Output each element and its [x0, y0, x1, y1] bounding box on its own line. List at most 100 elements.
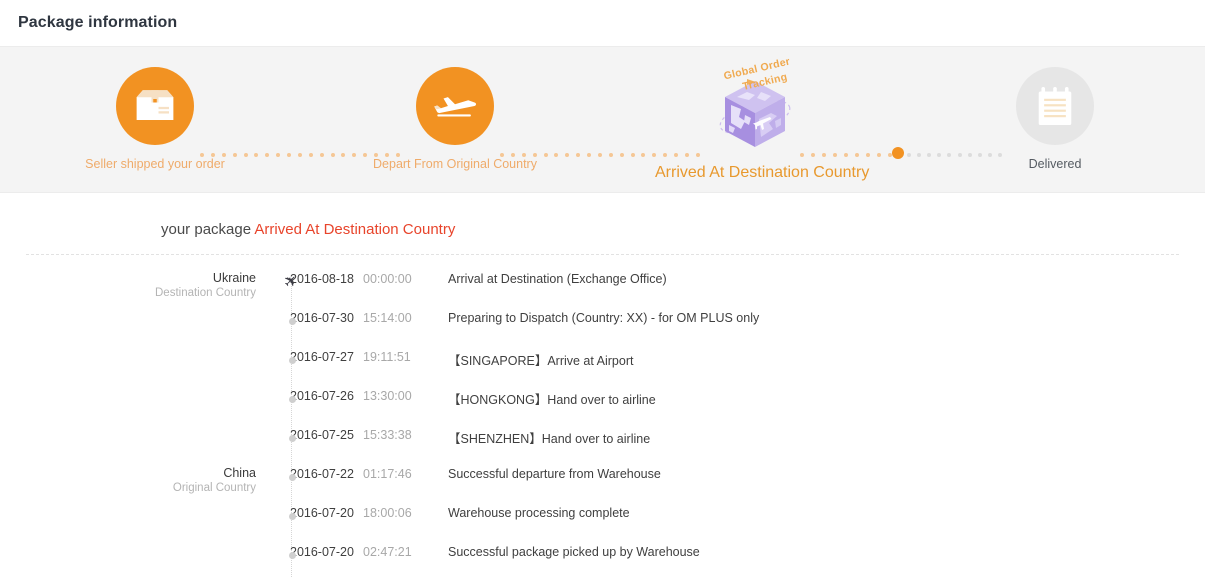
timeline-country-name: Ukraine — [212, 271, 256, 285]
timeline-country-cell — [0, 306, 272, 313]
tracking-timeline: Ukraine Destination Country ✈ 2016-08-18 00:… — [0, 255, 1205, 577]
timeline-time: 13:30:00 — [363, 389, 412, 403]
current-status-line: your package Arrived At Destination Coun… — [0, 221, 1205, 238]
step-4-circle — [1016, 67, 1094, 145]
status-prefix: your package — [161, 221, 252, 238]
timeline-dot-icon — [288, 552, 296, 559]
connector-dot — [565, 152, 570, 157]
step-1-circle — [116, 67, 194, 145]
progress-step-seller-shipped[interactable]: Seller shipped your order — [55, 47, 255, 171]
page-header: Package information — [0, 0, 1205, 46]
timeline-description: Successful package picked up by Warehous… — [448, 545, 700, 559]
connector-dot — [907, 152, 911, 157]
timeline-country-cell — [0, 345, 272, 352]
connector-dot — [276, 152, 281, 157]
timeline-country-role: Original Country — [172, 482, 256, 495]
package-box-icon — [136, 90, 174, 120]
connector-dot — [927, 152, 932, 157]
timeline-country-cell — [0, 501, 272, 508]
timeline-time: 19:11:51 — [363, 350, 411, 364]
connector-dot — [587, 152, 591, 157]
timeline-dot-marker — [284, 468, 300, 486]
connector-dot — [917, 152, 922, 157]
timeline-time: 01:17:46 — [363, 467, 412, 481]
timeline-dot-marker — [284, 312, 300, 330]
connector-dot — [641, 152, 646, 157]
timeline-dot-icon — [288, 357, 296, 364]
airplane-marker-icon: ✈ — [280, 270, 303, 293]
timeline-country-role: Destination Country — [155, 287, 256, 300]
timeline-row: Ukraine Destination Country ✈ 2016-08-18 00:… — [0, 267, 1205, 306]
global-order-tracking-logo: Global Order Tracking — [707, 56, 803, 155]
progress-step-arrived-destination[interactable]: Global Order Tracking Arrived At Destina… — [655, 47, 870, 182]
progress-step-depart-origin[interactable]: Depart From Original Country — [355, 47, 555, 171]
timeline-time: 15:14:00 — [363, 311, 412, 325]
connector-dot — [265, 152, 270, 157]
timeline-dot-marker — [284, 429, 300, 447]
timeline-dot-icon — [288, 318, 296, 325]
timeline-row: 2016-07-25 15:33:38 【SHENZHEN】Hand over to… — [0, 423, 1205, 462]
timeline-description: 【HONGKONG】Hand over to airline — [448, 393, 656, 407]
connector-dot — [937, 152, 942, 157]
timeline-plane-marker-icon: ✈ — [280, 270, 303, 293]
timeline-country-cell — [0, 540, 272, 547]
timeline-description: Arrival at Destination (Exchange Office) — [448, 272, 667, 286]
timeline-dot-marker — [284, 507, 300, 525]
timeline-dot-icon — [288, 513, 296, 520]
timeline-country-cell: China Original Country — [0, 462, 272, 494]
step-3-logo-wrap: Global Order Tracking — [707, 56, 803, 155]
status-current-value: Arrived At Destination Country — [254, 221, 456, 238]
step-1-label: Seller shipped your order — [85, 157, 225, 171]
timeline-dot-marker — [284, 390, 300, 408]
step-3-label: Arrived At Destination Country — [655, 164, 870, 181]
timeline-row: 2016-07-20 18:00:06 Warehouse processing c… — [0, 501, 1205, 540]
timeline-country-cell — [0, 384, 272, 391]
connector-dot — [341, 152, 346, 157]
timeline-dot-icon — [288, 435, 296, 442]
timeline-dot-marker — [284, 546, 300, 564]
connector-dot — [630, 152, 635, 157]
shipment-progress-banner: Seller shipped your order Depart From Or… — [0, 46, 1205, 193]
timeline-description: Successful departure from Warehouse — [448, 467, 661, 481]
timeline-row: 2016-07-30 15:14:00 Preparing to Dispatch … — [0, 306, 1205, 345]
connector-dot — [308, 152, 313, 157]
timeline-dot-icon — [288, 474, 296, 481]
connector-dot — [619, 152, 624, 157]
connector-dot — [297, 152, 302, 157]
timeline-dot-marker — [284, 351, 300, 369]
timeline-row: 2016-07-20 02:47:21 Successful package pic… — [0, 540, 1205, 577]
step-2-label: Depart From Original Country — [373, 157, 537, 171]
timeline-row: 2016-07-26 13:30:00 【HONGKONG】Hand over to… — [0, 384, 1205, 423]
timeline-country-cell: Ukraine Destination Country — [0, 267, 272, 299]
connector-dot — [947, 152, 952, 157]
timeline-description: Preparing to Dispatch (Country: XX) - fo… — [448, 311, 760, 325]
airplane-icon — [434, 97, 477, 117]
connector-dot — [319, 152, 324, 157]
timeline-time: 00:00:00 — [363, 272, 412, 286]
step-2-circle — [416, 67, 494, 145]
timeline-country-name: China — [223, 466, 256, 480]
connector-dot — [855, 152, 859, 157]
connector-dot — [597, 152, 602, 157]
globe-cube-icon — [719, 79, 791, 147]
timeline-country-cell — [0, 423, 272, 430]
progress-position-marker — [892, 147, 904, 159]
timeline-description: 【SHENZHEN】Hand over to airline — [448, 432, 651, 446]
connector-dot — [608, 152, 613, 157]
timeline-time: 18:00:06 — [363, 506, 412, 520]
timeline-time: 15:33:38 — [363, 428, 412, 442]
progress-step-delivered[interactable]: Delivered — [955, 47, 1155, 171]
page-title: Package information — [18, 14, 178, 31]
receipt-notepad-icon — [1038, 87, 1072, 125]
timeline-row: 2016-07-27 19:11:51 【SINGAPORE】Arrive at A… — [0, 345, 1205, 384]
timeline-description: 【SINGAPORE】Arrive at Airport — [448, 354, 634, 368]
timeline-time: 02:47:21 — [363, 545, 412, 559]
timeline-dot-icon — [288, 396, 296, 403]
connector-dot — [330, 152, 335, 157]
connector-dot — [866, 152, 870, 157]
connector-dot — [576, 152, 581, 157]
connector-dot — [877, 152, 881, 157]
timeline-row: China Original Country 2016-07-22 01:17:46 S… — [0, 462, 1205, 501]
step-4-label: Delivered — [1028, 157, 1082, 171]
connector-dot — [287, 152, 291, 157]
